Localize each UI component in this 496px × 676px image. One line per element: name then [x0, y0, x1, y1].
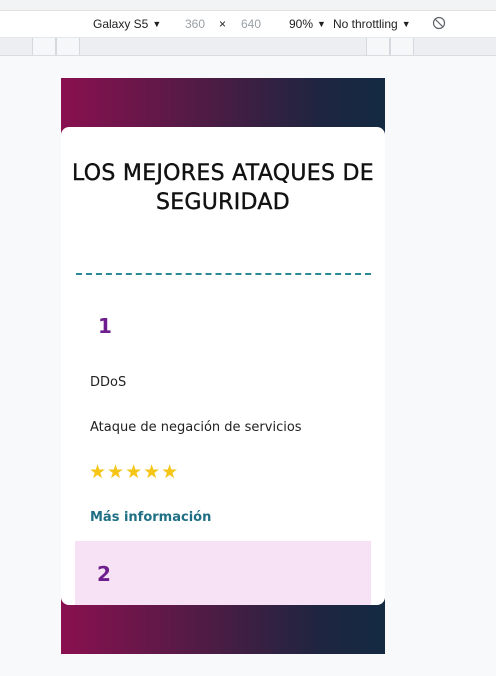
dashed-divider — [76, 273, 371, 275]
media-query-ruler[interactable] — [0, 38, 496, 56]
more-info-link[interactable]: Más información — [90, 510, 211, 525]
device-caret-icon: ▼ — [152, 19, 162, 29]
content-card: LOS MEJORES ATAQUES DE SEGURIDAD 1 DDoS … — [61, 127, 385, 605]
width-input[interactable]: 360 — [185, 16, 205, 32]
ruler-segment[interactable] — [366, 38, 390, 55]
zoom-caret-icon: ▼ — [317, 19, 326, 29]
device-select[interactable]: Galaxy S5 ▼ — [93, 16, 161, 32]
item-description: Ataque de negación de servicios — [90, 420, 302, 435]
device-viewport: LOS MEJORES ATAQUES DE SEGURIDAD 1 DDoS … — [61, 78, 385, 654]
page-title: LOS MEJORES ATAQUES DE SEGURIDAD — [71, 161, 375, 215]
item-number: 1 — [98, 314, 112, 338]
star-rating: ★★★★★ — [89, 462, 180, 483]
ruler-segment[interactable] — [390, 38, 414, 55]
ruler-segment[interactable] — [32, 38, 56, 55]
item-name: DDoS — [90, 375, 127, 390]
throttling-label: No throttling — [333, 17, 398, 31]
device-label: Galaxy S5 — [93, 17, 149, 31]
list-item: 2 — [75, 541, 371, 605]
devtools-device-toolbar: Galaxy S5 ▼ 360 × 640 90% ▼ No throttling ▼ — [0, 0, 496, 38]
height-input[interactable]: 640 — [241, 16, 261, 32]
item-number: 2 — [97, 562, 111, 586]
throttling-caret-icon: ▼ — [401, 19, 411, 29]
devtools-top-strip — [0, 0, 496, 11]
rotate-icon[interactable] — [432, 16, 446, 30]
zoom-select[interactable]: 90% ▼ — [289, 16, 326, 32]
zoom-label: 90% — [289, 17, 314, 31]
dimension-separator: × — [219, 17, 227, 31]
throttling-select[interactable]: No throttling ▼ — [333, 16, 411, 32]
ruler-segment[interactable] — [56, 38, 80, 55]
